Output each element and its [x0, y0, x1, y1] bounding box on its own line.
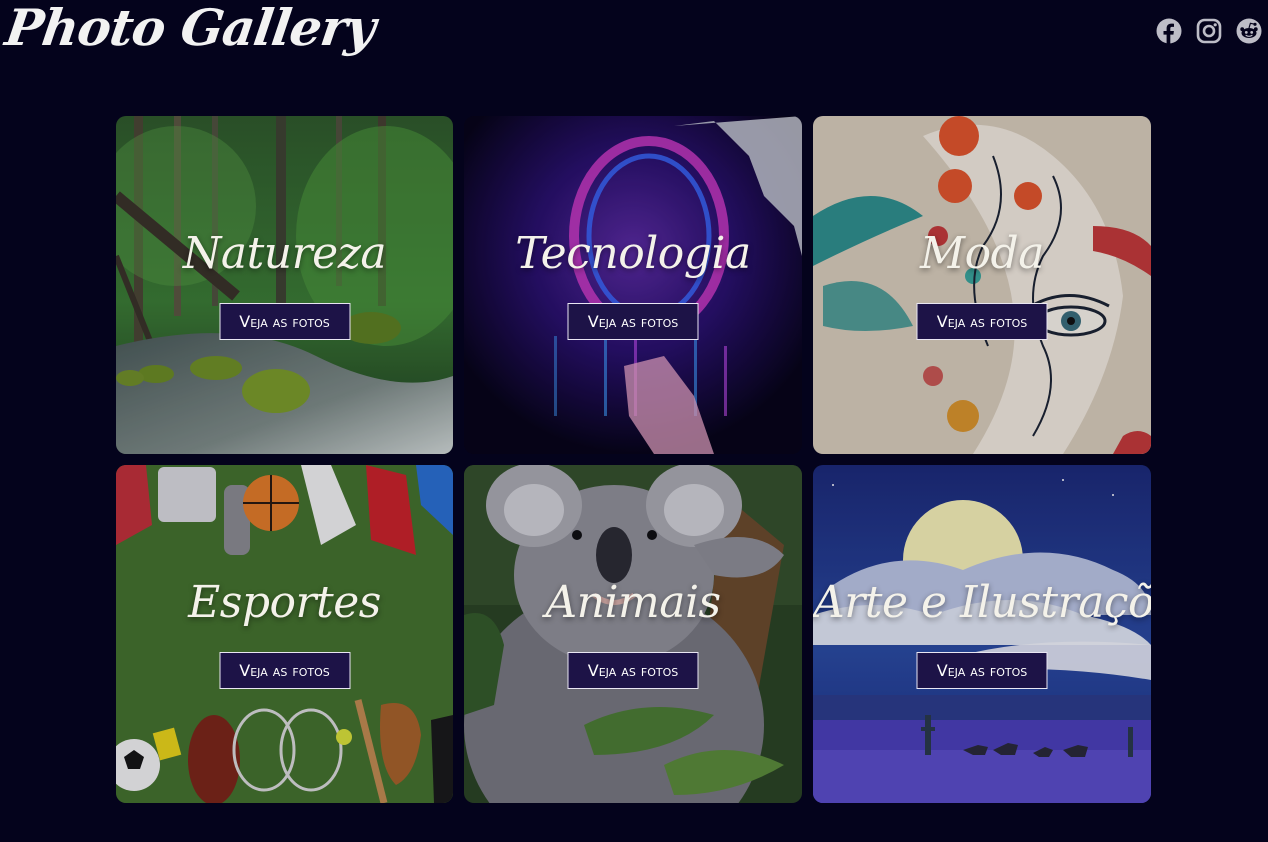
view-photos-button[interactable]: Veja as fotos	[567, 652, 699, 689]
card-overlay	[464, 116, 802, 454]
gallery-grid: Natureza Veja as fotos Tecnologia Veja a…	[116, 116, 1151, 803]
card-title: Tecnologia	[515, 228, 751, 279]
card-title: Moda	[920, 228, 1044, 279]
view-photos-button[interactable]: Veja as fotos	[916, 303, 1048, 340]
card-overlay	[813, 465, 1151, 803]
category-card-moda[interactable]: Moda Veja as fotos	[813, 116, 1151, 454]
card-title: Natureza	[182, 228, 387, 279]
view-photos-button[interactable]: Veja as fotos	[219, 303, 350, 340]
category-card-natureza[interactable]: Natureza Veja as fotos	[116, 116, 453, 454]
card-title: Arte e Ilustrações	[813, 577, 1151, 628]
view-photos-button[interactable]: Veja as fotos	[219, 652, 350, 689]
card-title: Animais	[545, 577, 721, 628]
category-card-arte-e-ilustracoes[interactable]: Arte e Ilustrações Veja as fotos	[813, 465, 1151, 803]
view-photos-button[interactable]: Veja as fotos	[567, 303, 699, 340]
card-overlay	[116, 116, 453, 454]
category-card-animais[interactable]: Animais Veja as fotos	[464, 465, 802, 803]
card-overlay	[116, 465, 453, 803]
site-logo[interactable]: Photo Gallery	[2, 0, 379, 57]
site-header: Photo Gallery	[0, 0, 1268, 80]
category-card-esportes[interactable]: Esportes Veja as fotos	[116, 465, 453, 803]
card-overlay	[813, 116, 1151, 454]
view-photos-button[interactable]: Veja as fotos	[916, 652, 1048, 689]
category-card-tecnologia[interactable]: Tecnologia Veja as fotos	[464, 116, 802, 454]
social-links	[1156, 18, 1262, 44]
instagram-icon[interactable]	[1196, 18, 1222, 44]
facebook-icon[interactable]	[1156, 18, 1182, 44]
reddit-icon[interactable]	[1236, 18, 1262, 44]
card-title: Esportes	[188, 577, 381, 628]
card-overlay	[464, 465, 802, 803]
